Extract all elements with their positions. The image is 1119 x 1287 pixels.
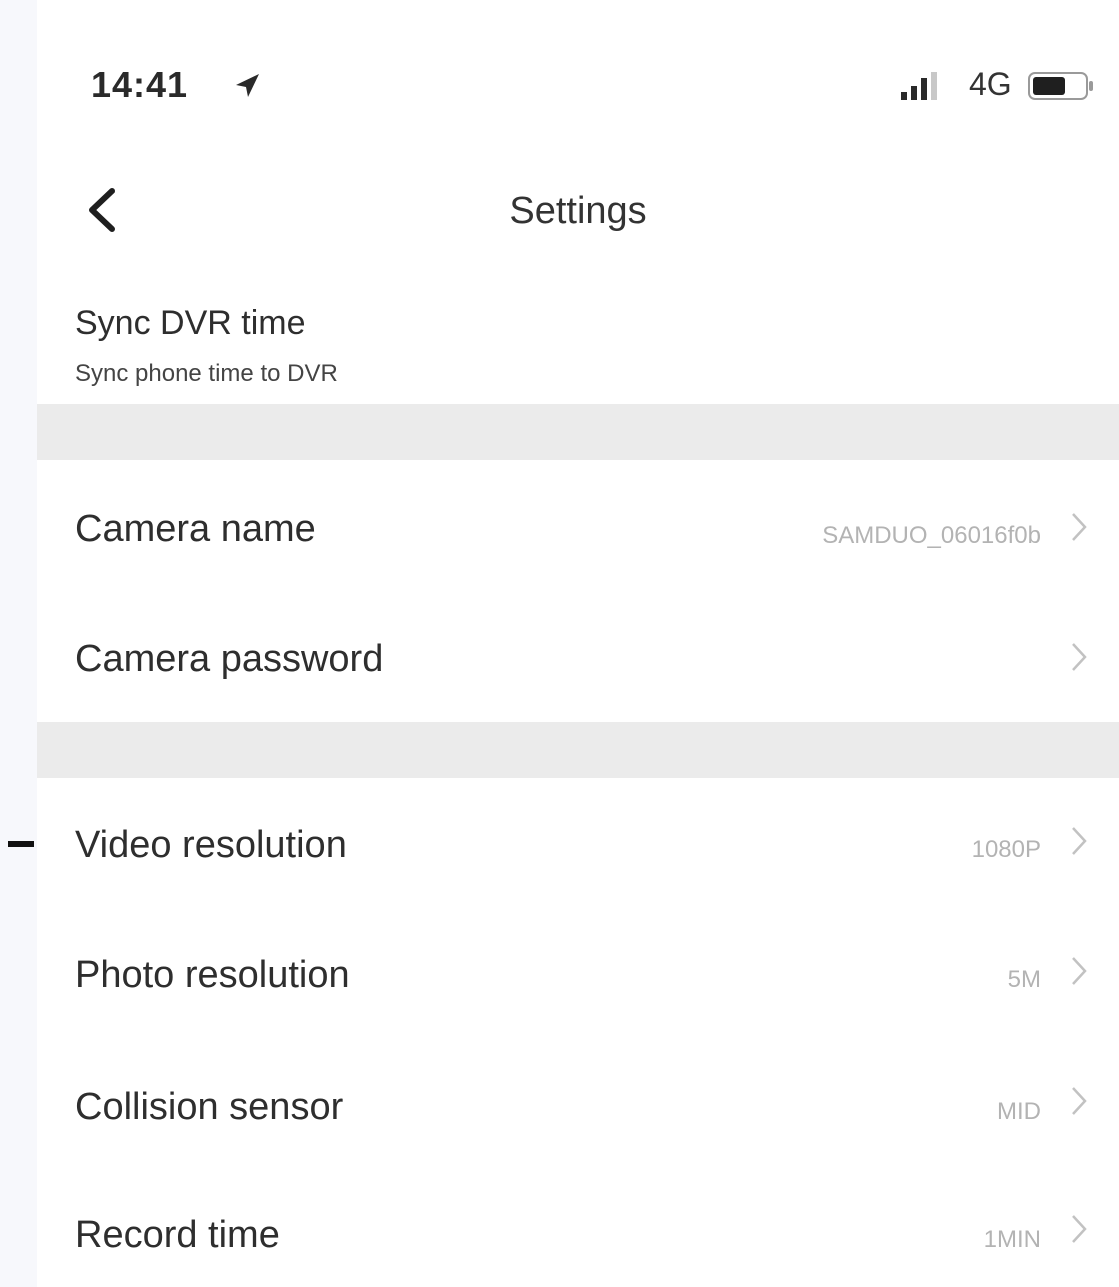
record-time-value: 1MIN xyxy=(983,1226,1041,1253)
network-type: 4G xyxy=(969,66,1012,102)
sync-dvr-time-subtitle: Sync phone time to DVR xyxy=(75,360,338,387)
chevron-right-icon xyxy=(1072,1087,1087,1115)
collision-sensor-value: MID xyxy=(997,1098,1041,1125)
camera-password-row[interactable]: Camera password xyxy=(37,592,1119,722)
record-time-row[interactable]: Record time 1MIN xyxy=(37,1168,1119,1287)
section-separator xyxy=(37,404,1119,460)
battery-icon xyxy=(1028,72,1093,100)
video-resolution-label: Video resolution xyxy=(75,824,347,866)
chevron-right-icon xyxy=(1072,957,1087,985)
chevron-right-icon xyxy=(1072,1215,1087,1243)
sync-dvr-time-row[interactable]: Sync DVR time Sync phone time to DVR xyxy=(37,278,1119,404)
record-time-label: Record time xyxy=(75,1214,280,1256)
chevron-right-icon xyxy=(1072,643,1087,671)
status-time: 14:41 xyxy=(91,64,189,105)
nav-bar: Settings xyxy=(37,160,1119,278)
sync-dvr-time-title: Sync DVR time xyxy=(75,304,306,342)
camera-password-label: Camera password xyxy=(75,638,384,680)
photo-resolution-label: Photo resolution xyxy=(75,954,350,996)
collision-sensor-label: Collision sensor xyxy=(75,1086,344,1128)
photo-resolution-row[interactable]: Photo resolution 5M xyxy=(37,908,1119,1038)
photo-resolution-value: 5M xyxy=(1007,966,1041,993)
signal-bars-icon xyxy=(901,72,937,100)
collision-sensor-row[interactable]: Collision sensor MID xyxy=(37,1038,1119,1168)
section-separator xyxy=(37,722,1119,778)
chevron-right-icon xyxy=(1072,827,1087,855)
video-resolution-row[interactable]: Video resolution 1080P xyxy=(37,778,1119,908)
location-arrow-icon xyxy=(236,74,259,97)
chevron-right-icon xyxy=(1072,513,1087,541)
status-bar: 14:41 4G xyxy=(37,0,1119,160)
camera-name-row[interactable]: Camera name SAMDUO_06016f0b xyxy=(37,460,1119,592)
video-resolution-value: 1080P xyxy=(971,836,1041,863)
settings-screen: 14:41 4G Settings Sync DVR time Sync pho… xyxy=(37,0,1119,1287)
camera-name-label: Camera name xyxy=(75,508,316,550)
page-title: Settings xyxy=(509,190,647,232)
camera-name-value: SAMDUO_06016f0b xyxy=(822,522,1041,549)
